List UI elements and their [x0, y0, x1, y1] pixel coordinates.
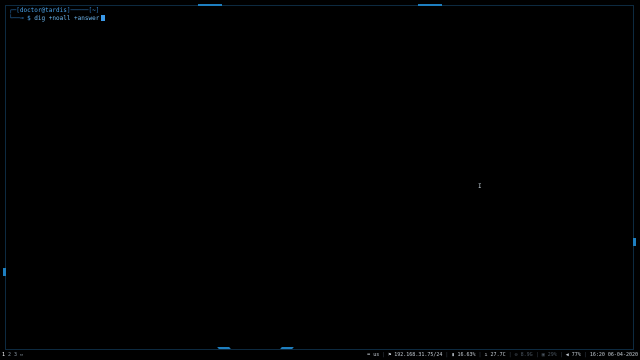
divider: | [478, 352, 482, 358]
volume-level[interactable]: 77% [572, 351, 581, 360]
prompt-mid: ]─────[ [66, 7, 93, 14]
temperature-icon: ı [484, 352, 488, 358]
network-icon: ⚑ [388, 352, 392, 358]
divider: | [583, 352, 587, 358]
prompt-host: tardis [45, 7, 67, 14]
command-text[interactable]: dig +noall +answer [31, 15, 99, 22]
memory-icon: ▣ [541, 352, 545, 358]
mouse-ibeam-icon: I [478, 183, 482, 190]
frame-accent-right [633, 238, 636, 246]
system-tray: ⌨ us | ⚑ 192.168.31.75/24 | ▮ 16.63% | ı… [367, 351, 638, 360]
command-line[interactable]: └──╼ $ dig +noall +answer [9, 15, 106, 23]
desktop-screen: ┌─[doctor@tardis]─────[~] └──╼ $ dig +noa… [0, 0, 640, 360]
divider: | [535, 352, 539, 358]
divider: | [559, 352, 563, 358]
window-frame [5, 5, 634, 350]
workspace-1[interactable]: 1 [2, 351, 5, 360]
clock[interactable]: 16:20 06-04-2020 [590, 351, 638, 360]
prompt-user: doctor [19, 7, 42, 14]
divider: | [508, 352, 512, 358]
workspace-3[interactable]: 3 [14, 351, 17, 360]
keyboard-icon: ⌨ [367, 352, 371, 358]
frame-accent-top-right [418, 4, 442, 6]
frame-accent-top-left [198, 4, 222, 6]
command-lead: └──╼ [9, 15, 28, 22]
temperature[interactable]: 27.7C [491, 351, 506, 360]
cpu-icon: ▮ [451, 352, 455, 358]
divider: | [445, 352, 449, 358]
frame-accent-left [3, 268, 6, 276]
disk-free[interactable]: 8.9G [521, 351, 533, 360]
prompt-line: ┌─[doctor@tardis]─────[~] [9, 7, 105, 15]
workspace-2[interactable]: 2 [8, 351, 11, 360]
keyboard-layout[interactable]: us [373, 351, 379, 360]
prompt-close: ] [95, 7, 100, 14]
frame-accent-bottom-left [217, 347, 231, 349]
terminal-output[interactable]: ┌─[doctor@tardis]─────[~] └──╼ $ dig +noa… [9, 7, 106, 23]
memory-usage[interactable]: 29% [548, 351, 557, 360]
status-bar: 1 2 3 ▭ ⌨ us | ⚑ 192.168.31.75/24 | ▮ 16… [0, 351, 640, 360]
volume-icon: ◀ [565, 352, 569, 358]
prompt-open: ┌─[ [9, 7, 20, 14]
frame-accent-bottom-right [280, 347, 294, 349]
workspace-switcher: 1 2 3 ▭ [2, 351, 23, 360]
folder-icon[interactable]: ▭ [20, 351, 23, 360]
cpu-usage[interactable]: 16.63% [457, 351, 475, 360]
text-cursor [101, 15, 106, 21]
network-address[interactable]: 192.168.31.75/24 [394, 351, 442, 360]
divider: | [382, 352, 386, 358]
disk-icon: ⊖ [514, 352, 518, 358]
